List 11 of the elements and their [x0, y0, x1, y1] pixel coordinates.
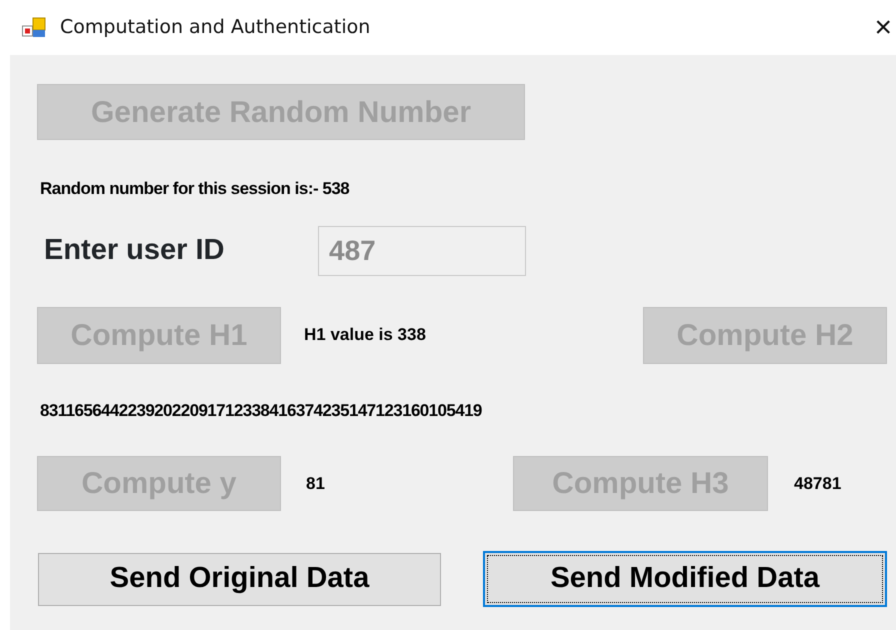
app-window-icon — [22, 16, 46, 38]
close-button[interactable]: × — [870, 12, 896, 42]
session-number-text: Random number for this session is:- 538 — [40, 178, 350, 200]
h3-value-text: 48781 — [794, 472, 842, 495]
action-button[interactable]: Send Original Data — [38, 552, 441, 606]
y-value-text: 81 — [306, 472, 326, 495]
action-button[interactable]: Send Modified Data — [483, 551, 887, 607]
user-id-label: Enter user ID — [44, 232, 226, 268]
h1-value-text: H1 value is 338 — [304, 324, 427, 346]
long-number-text: 83116564422392022091712338416374235147123160105419 — [40, 400, 483, 422]
window-title: Computation and Authentication — [60, 15, 370, 40]
